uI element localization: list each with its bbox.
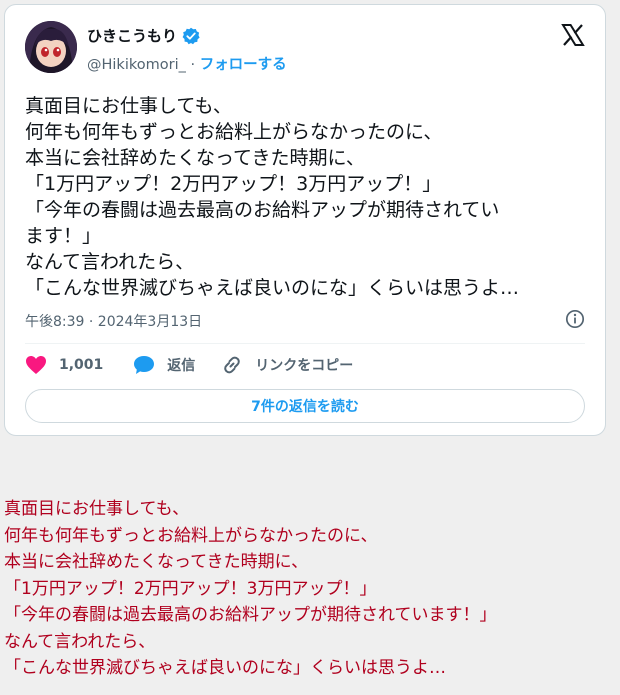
tweet-line: 真面目にお仕事しても、 [25,95,232,117]
quote-line: 「今年の春闘は過去最高のお給料アップが期待されています！」 [4,605,497,625]
quote-line: なんて言われたら、 [4,631,156,652]
divider [25,343,585,344]
info-icon[interactable] [565,309,585,329]
copy-link-label: リンクをコピー [255,358,354,374]
reply-button[interactable]: 返信 [133,355,195,375]
avatar[interactable] [25,21,77,73]
quote-line: 本当に会社辞めたくなってきた時期に、 [4,552,309,572]
read-replies-button[interactable]: 7件の返信を読む [25,389,585,423]
tweet-text: 真面目にお仕事しても、 何年も何年もずっとお給料上がらなかったのに、 本当に会社… [25,93,591,301]
quote-line: 何年も何年もずっとお給料上がらなかったのに、 [4,525,378,546]
tweet-line: 「1万円アップ！2万円アップ！3万円アップ！」 [25,173,442,195]
tweet-line: 「今年の春闘は過去最高のお給料アップが期待されてい [25,199,500,221]
read-replies-label: 7件の返信を読む [251,399,359,415]
verified-badge-icon [182,27,200,45]
timestamp[interactable]: 午後8:39 · 2024年3月13日 [25,311,202,331]
heart-icon [26,356,46,374]
reply-bubble-icon [134,356,155,374]
display-name[interactable]: ひきこうもり [87,25,177,46]
tweet-line: 「こんな世界滅びちゃえば良いのにな」くらいは思うよ… [25,277,520,299]
copy-link-button[interactable]: リンクをコピー [221,355,353,375]
quote-line: 「こんな世界滅びちゃえば良いのにな」くらいは思うよ… [4,658,446,678]
reply-label: 返信 [167,358,196,374]
tweet-line: ます！」 [25,225,102,247]
quoted-text-block: 真面目にお仕事しても、 何年も何年もずっとお給料上がらなかったのに、 本当に会社… [4,496,497,682]
tweet-line: なんて言われたら、 [25,251,195,273]
author-name-row: ひきこうもり [87,25,200,46]
handle[interactable]: @Hikikomori_ [87,57,186,73]
separator: · [185,57,200,73]
quote-line: 「1万円アップ！2万円アップ！3万円アップ！」 [4,578,377,599]
tweet-card: ひきこうもり @Hikikomori_ · フォローする 真面目にお仕事しても、… [4,4,606,436]
x-logo-icon[interactable] [561,23,585,47]
link-icon [224,356,241,374]
like-count: 1,001 [59,357,104,373]
tweet-line: 本当に会社辞めたくなってきた時期に、 [25,147,365,169]
handle-row: @Hikikomori_ · フォローする [87,53,287,74]
follow-button[interactable]: フォローする [200,57,287,73]
like-button[interactable]: 1,001 [25,355,103,375]
quote-line: 真面目にお仕事しても、 [4,499,190,519]
action-bar: 1,001 返信 リンクをコピー [25,355,373,375]
tweet-line: 何年も何年もずっとお給料上がらなかったのに、 [25,121,443,143]
